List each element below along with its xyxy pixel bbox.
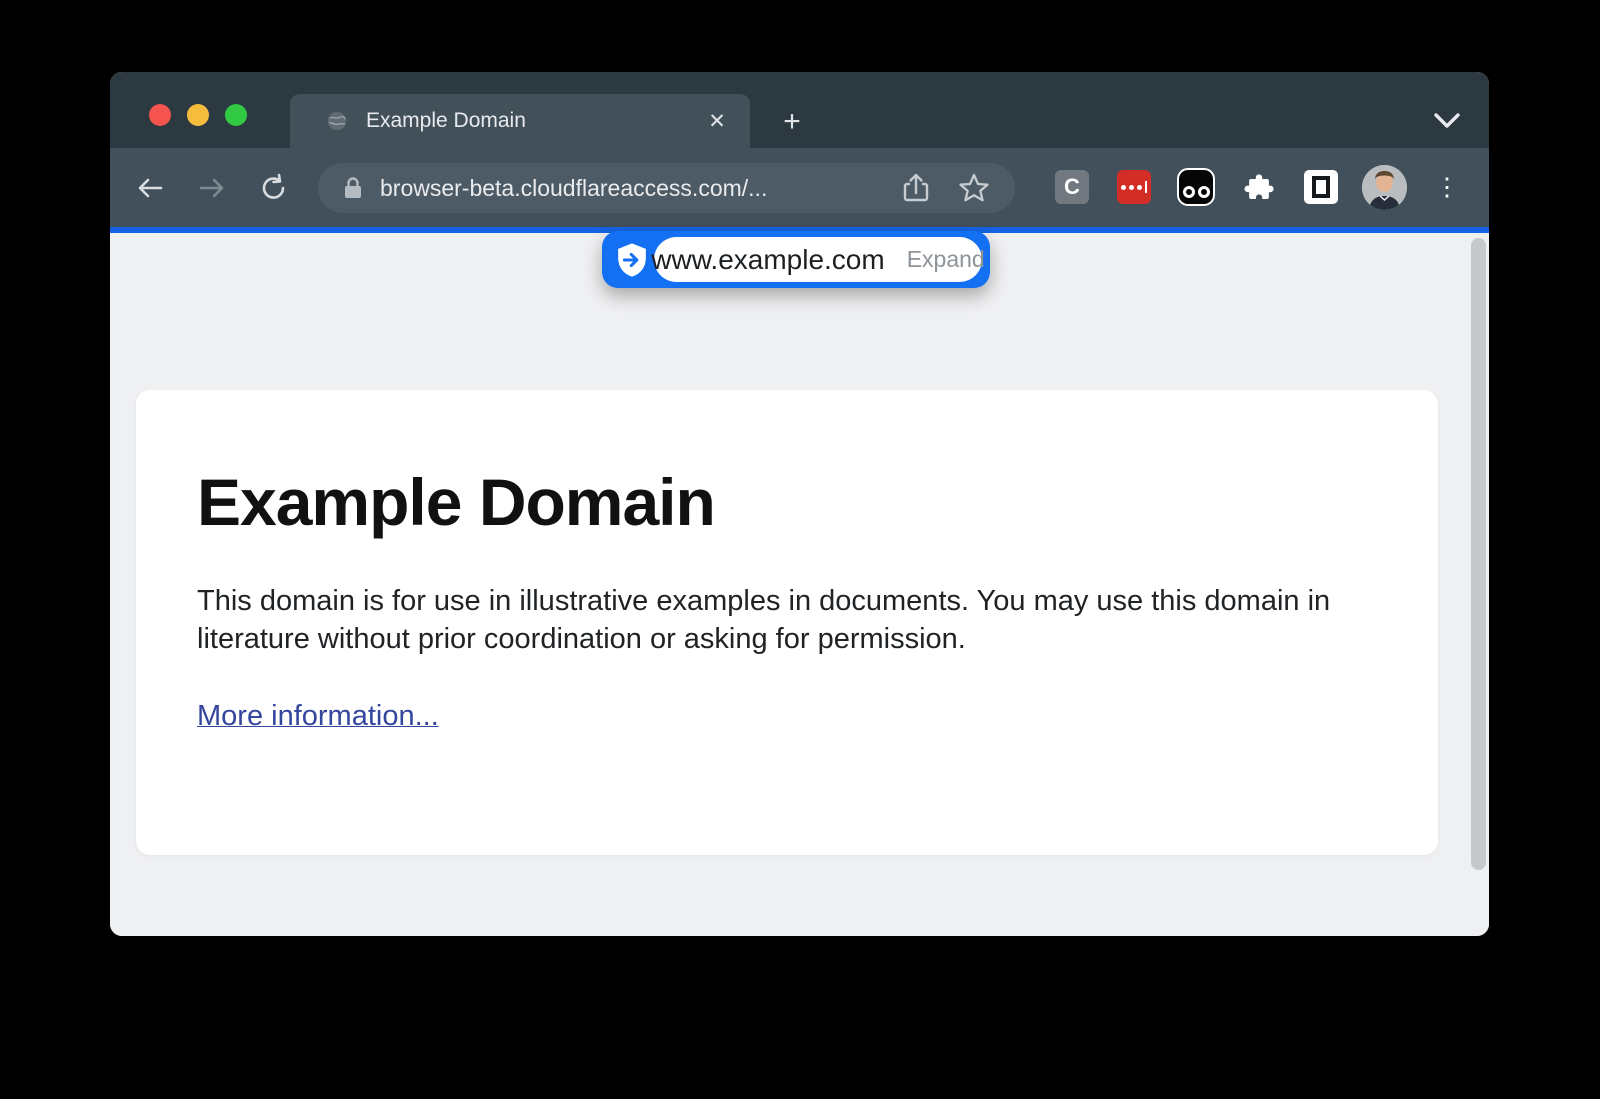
browser-tab[interactable]: Example Domain ✕: [290, 94, 750, 148]
reload-icon: [259, 173, 289, 203]
browser-menu-button[interactable]: ⋮: [1430, 170, 1464, 204]
close-tab-icon[interactable]: ✕: [702, 106, 732, 136]
maximize-window-button[interactable]: [225, 104, 247, 126]
star-icon: [958, 172, 990, 204]
extension-frame-button[interactable]: [1304, 170, 1338, 204]
bookmark-button[interactable]: [957, 171, 991, 205]
back-button[interactable]: [133, 171, 167, 205]
tab-title: Example Domain: [366, 109, 702, 133]
lock-icon: [342, 176, 364, 200]
puzzle-icon: [1243, 171, 1275, 203]
forward-button[interactable]: [195, 171, 229, 205]
new-tab-button[interactable]: +: [772, 102, 812, 142]
share-icon: [901, 172, 931, 204]
frame-icon: [1312, 176, 1330, 198]
forward-arrow-icon: [197, 173, 227, 203]
extension-lastpass-button[interactable]: [1117, 170, 1151, 204]
browser-window: Example Domain ✕ +: [110, 72, 1489, 936]
tab-search-chevron-icon[interactable]: [1428, 107, 1466, 133]
lastpass-dots-icon: [1121, 181, 1147, 193]
content-card: Example Domain This domain is for use in…: [136, 390, 1438, 855]
reload-button[interactable]: [257, 171, 291, 205]
isolation-host-text: www.example.com: [651, 244, 884, 276]
vertical-scrollbar[interactable]: [1471, 238, 1486, 870]
more-information-link[interactable]: More information...: [197, 700, 439, 733]
url-text: browser-beta.cloudflareaccess.com/...: [380, 175, 899, 202]
browser-toolbar: browser-beta.cloudflareaccess.com/... C: [110, 148, 1489, 227]
window-controls: [149, 104, 247, 126]
profile-avatar[interactable]: [1362, 165, 1407, 210]
extensions-menu-button[interactable]: [1242, 170, 1276, 204]
page-paragraph: This domain is for use in illustrative e…: [197, 582, 1347, 658]
goggles-icon: [1183, 186, 1210, 198]
address-bar[interactable]: browser-beta.cloudflareaccess.com/...: [318, 163, 1015, 213]
desktop-background: Example Domain ✕ +: [0, 0, 1600, 1099]
back-arrow-icon: [135, 173, 165, 203]
share-button[interactable]: [899, 171, 933, 205]
expand-button[interactable]: Expand: [907, 246, 985, 273]
tab-strip: Example Domain ✕ +: [110, 72, 1489, 148]
avatar-photo-icon: [1362, 165, 1407, 210]
extension-goggles-button[interactable]: [1177, 168, 1215, 206]
page-title: Example Domain: [197, 464, 1377, 540]
extension-c-button[interactable]: C: [1055, 170, 1089, 204]
isolation-shield-icon: [615, 242, 649, 278]
isolation-host-field[interactable]: www.example.com Expand: [654, 237, 982, 282]
close-window-button[interactable]: [149, 104, 171, 126]
minimize-window-button[interactable]: [187, 104, 209, 126]
page-viewport: www.example.com Expand Example Domain Th…: [110, 233, 1489, 936]
globe-favicon-icon: [326, 110, 348, 132]
isolation-url-pill: www.example.com Expand: [602, 231, 990, 288]
